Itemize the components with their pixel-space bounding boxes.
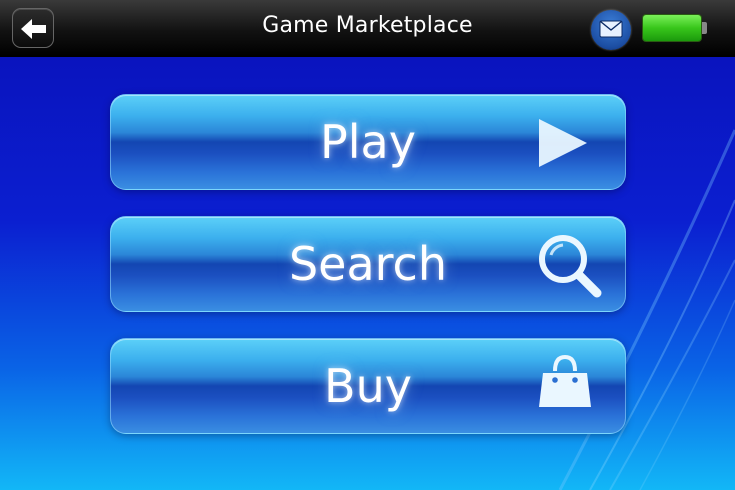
magnifier-icon xyxy=(539,235,602,298)
battery-tip xyxy=(702,22,707,34)
play-button[interactable]: Play xyxy=(110,94,626,190)
battery-body xyxy=(642,14,702,42)
top-bar: Game Marketplace xyxy=(0,0,735,57)
search-button[interactable]: Search xyxy=(110,216,626,312)
play-icon xyxy=(539,119,587,167)
battery-fill xyxy=(643,15,701,41)
shopping-bag-icon xyxy=(539,354,591,407)
mail-icon[interactable] xyxy=(591,10,631,50)
buy-button[interactable]: Buy xyxy=(110,338,626,434)
battery-indicator xyxy=(642,14,707,42)
